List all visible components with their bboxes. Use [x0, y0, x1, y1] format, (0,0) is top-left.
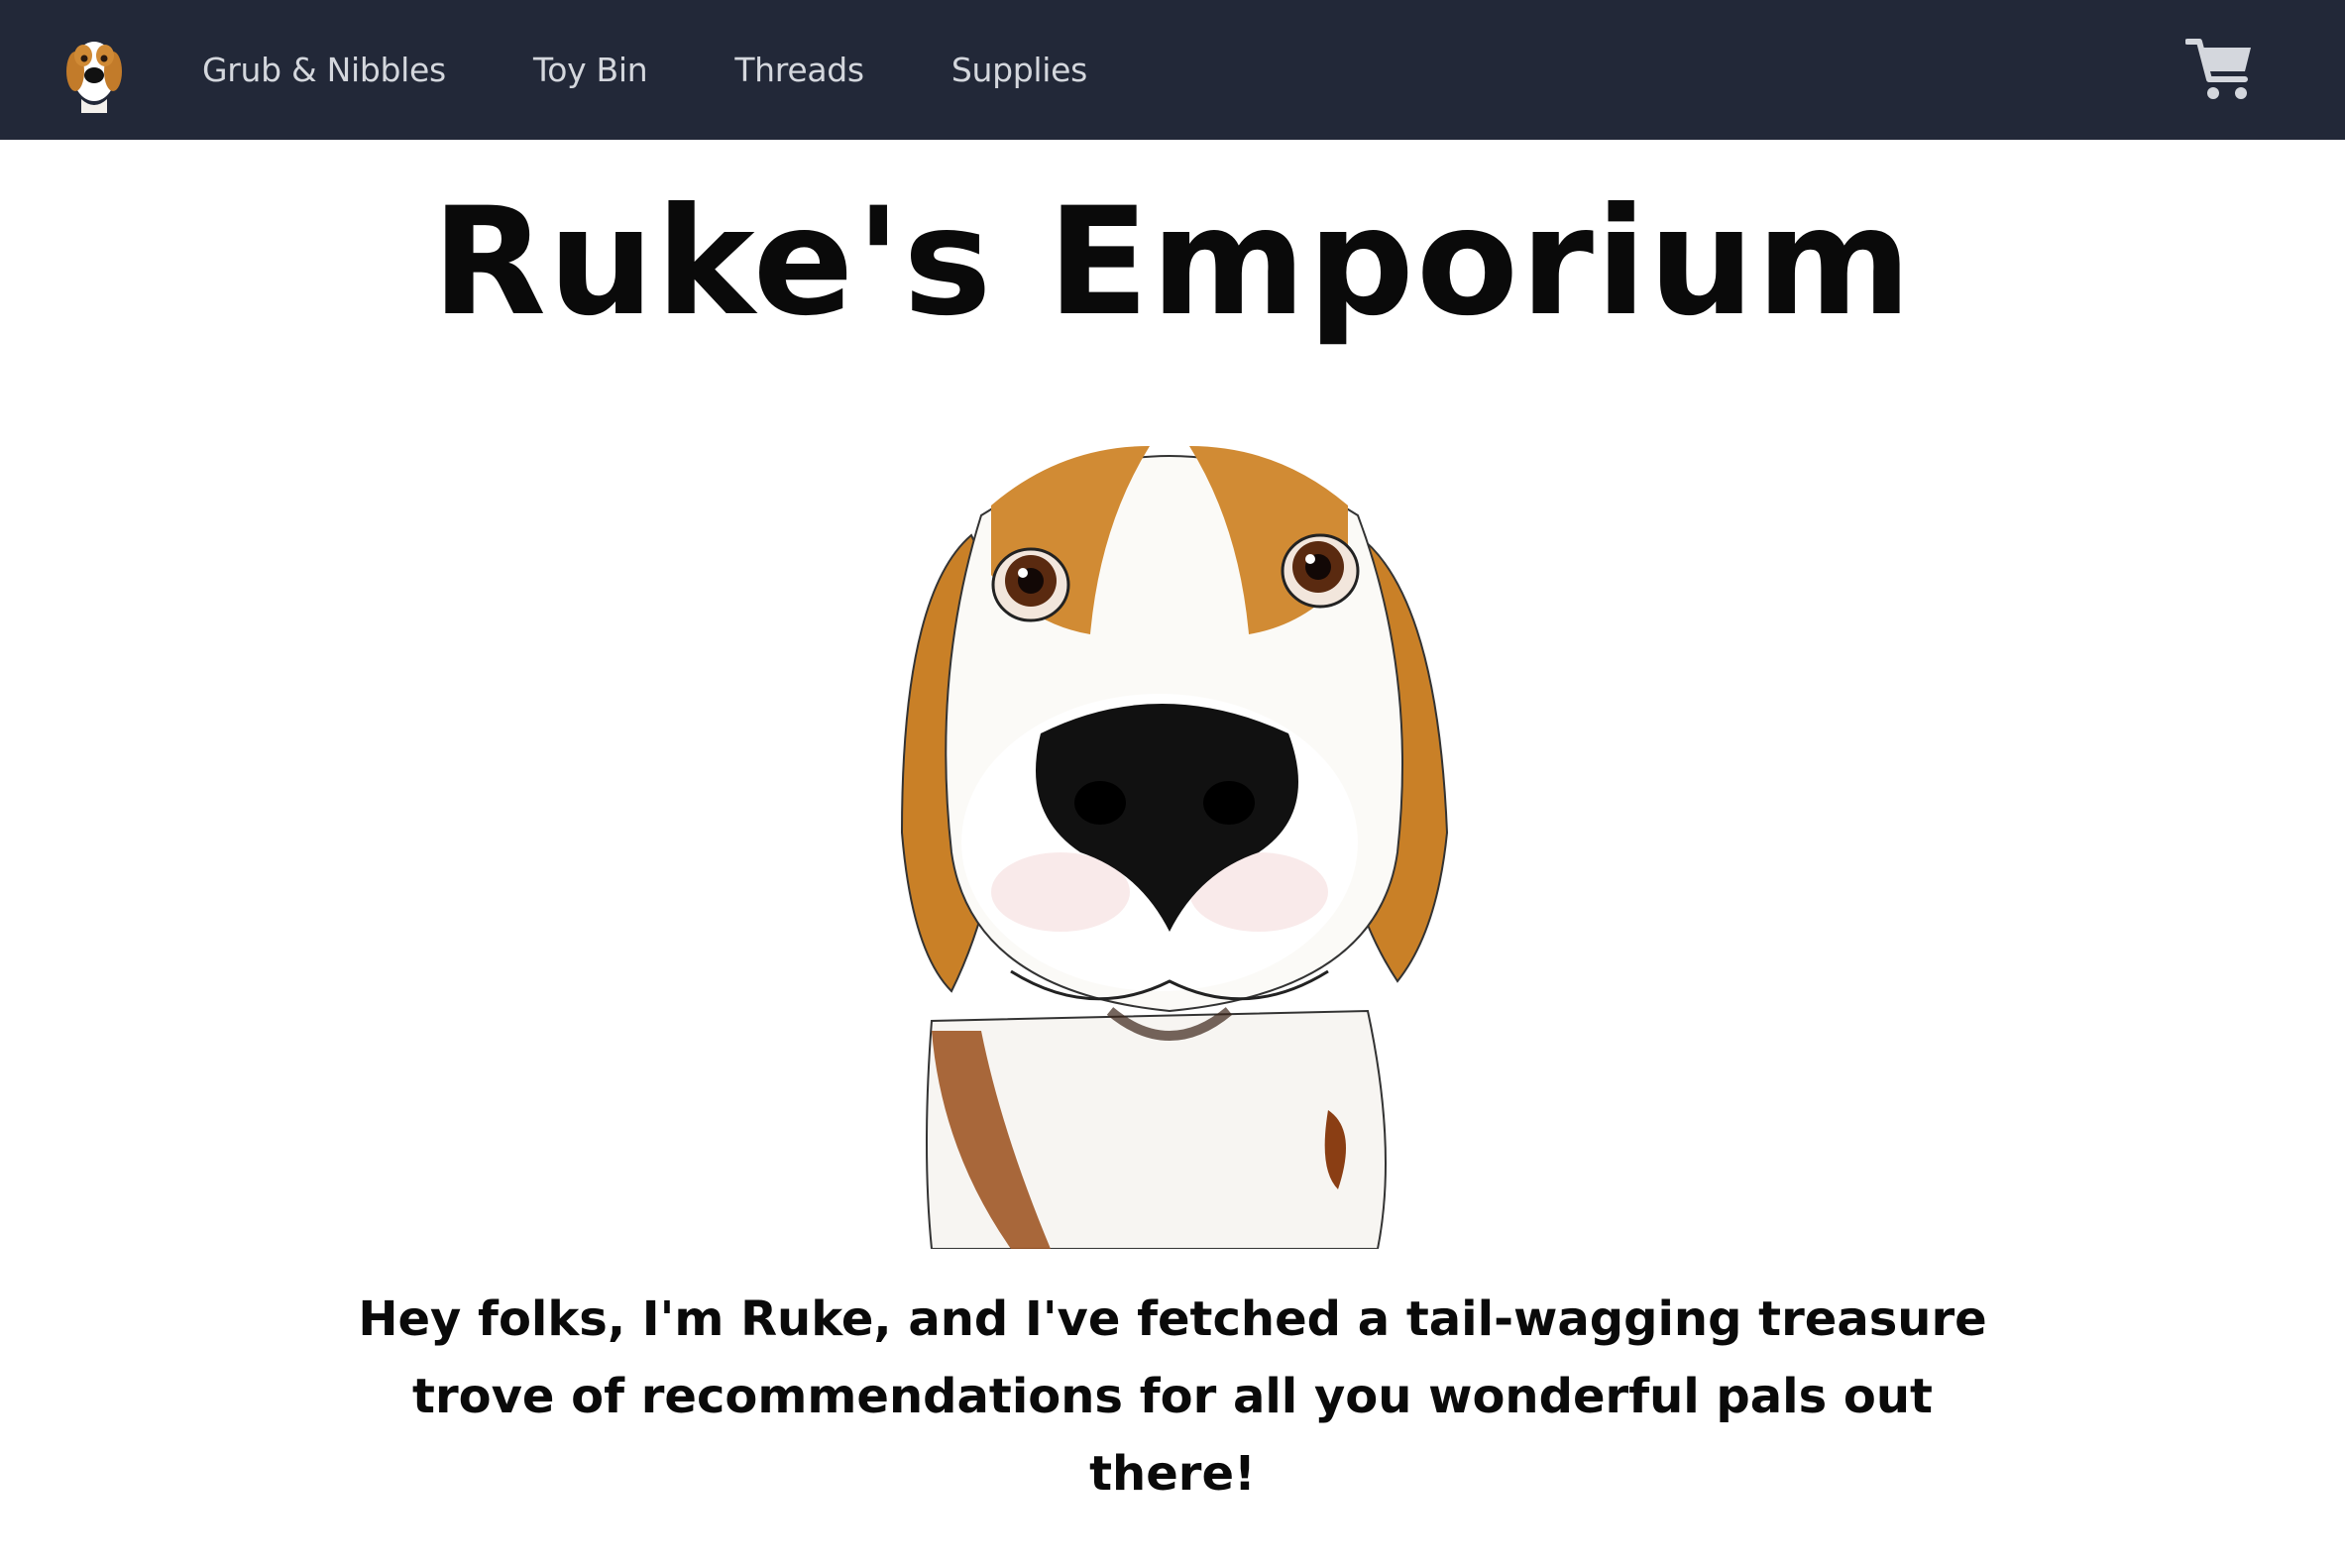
intro-text: Hey folks, I'm Ruke, and I've fetched a … [358, 1291, 1987, 1502]
nav-links: Grub & Nibbles Toy Bin Threads Supplies [202, 0, 1174, 140]
nav-link-grub-nibbles[interactable]: Grub & Nibbles [202, 51, 446, 89]
nav-link-supplies[interactable]: Supplies [951, 51, 1088, 89]
shopping-cart-icon[interactable] [2184, 36, 2255, 103]
top-navbar: Grub & Nibbles Toy Bin Threads Supplies [0, 0, 2345, 140]
beagle-logo-icon[interactable] [61, 28, 127, 113]
nav-link-toy-bin[interactable]: Toy Bin [533, 51, 648, 89]
nav-link-threads[interactable]: Threads [734, 51, 864, 89]
beagle-illustration [862, 377, 1477, 1250]
page-title: Ruke's Emporium [431, 176, 1914, 349]
